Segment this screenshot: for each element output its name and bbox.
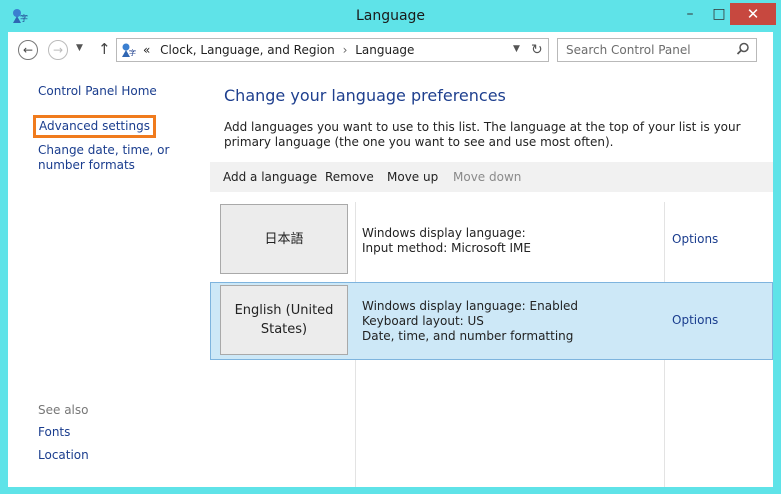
fonts-link[interactable]: Fonts [38,425,70,440]
search-input[interactable]: Search Control Panel [557,38,757,62]
language-window: 字 Language – □ ✕ ← → ▼ ↑ 字 « Clock, Lang… [0,0,781,494]
formatting-status: Date, time, and number formatting [362,329,574,343]
language-details: Windows display language: Input method: … [362,226,531,256]
language-tile[interactable]: 日本語 [220,204,348,274]
page-title: Change your language preferences [224,86,506,105]
move-down-button: Move down [453,170,522,184]
display-language-status: Windows display language: [362,226,526,240]
window-content: ← → ▼ ↑ 字 « Clock, Language, and Region … [8,32,773,487]
address-bar[interactable]: 字 « Clock, Language, and Region › Langua… [116,38,549,62]
breadcrumb-separator[interactable]: › [339,43,352,57]
advanced-settings-link[interactable]: Advanced settings [33,115,156,138]
options-link[interactable]: Options [672,232,718,246]
breadcrumb-clock-language-region[interactable]: Clock, Language, and Region [160,43,335,57]
move-up-button[interactable]: Move up [387,170,438,184]
navigation-bar: ← → ▼ ↑ 字 « Clock, Language, and Region … [8,32,773,68]
language-toolbar: Add a language Remove Move up Move down [210,162,773,192]
keyboard-layout: Keyboard layout: US [362,314,484,328]
close-button[interactable]: ✕ [730,3,776,25]
svg-text:字: 字 [129,48,136,57]
refresh-icon[interactable]: ↻ [531,42,543,58]
minimize-button[interactable]: – [676,2,704,26]
control-panel-icon: 字 [122,43,136,57]
language-row-japanese[interactable]: 日本語 Windows display language: Input meth… [210,202,773,278]
language-row-english[interactable]: English (United States) Windows display … [210,282,773,360]
breadcrumb-overflow[interactable]: « [143,43,150,57]
sidebar: Control Panel Home Advanced settings Cha… [8,68,208,487]
page-description: Add languages you want to use to this li… [224,120,741,149]
remove-button[interactable]: Remove [325,170,374,184]
breadcrumb: « Clock, Language, and Region › Language [143,43,414,57]
breadcrumb-language[interactable]: Language [355,43,414,57]
language-details: Windows display language: Enabled Keyboa… [362,299,578,344]
recent-pages-chevron-down-icon[interactable]: ▼ [76,43,83,53]
add-language-button[interactable]: Add a language [223,170,317,184]
input-method: Input method: Microsoft IME [362,241,531,255]
search-placeholder: Search Control Panel [566,43,691,57]
control-panel-home-link[interactable]: Control Panel Home [38,84,157,99]
see-also-heading: See also [38,403,89,417]
main-panel: Change your language preferences Add lan… [208,68,773,487]
forward-arrow-icon[interactable]: → [48,40,68,60]
display-language-status: Windows display language: Enabled [362,299,579,313]
title-bar[interactable]: 字 Language – □ ✕ [0,0,781,32]
change-date-time-formats-link[interactable]: Change date, time, or number formats [38,143,206,173]
maximize-button[interactable]: □ [705,2,733,26]
window-title: Language [355,8,426,24]
language-tile[interactable]: English (United States) [220,285,348,355]
location-link[interactable]: Location [38,448,89,463]
options-link[interactable]: Options [672,313,718,327]
up-arrow-icon[interactable]: ↑ [98,40,111,58]
address-history-chevron-down-icon[interactable]: ▼ [513,44,520,54]
back-arrow-icon[interactable]: ← [18,40,38,60]
search-icon[interactable] [736,42,750,56]
